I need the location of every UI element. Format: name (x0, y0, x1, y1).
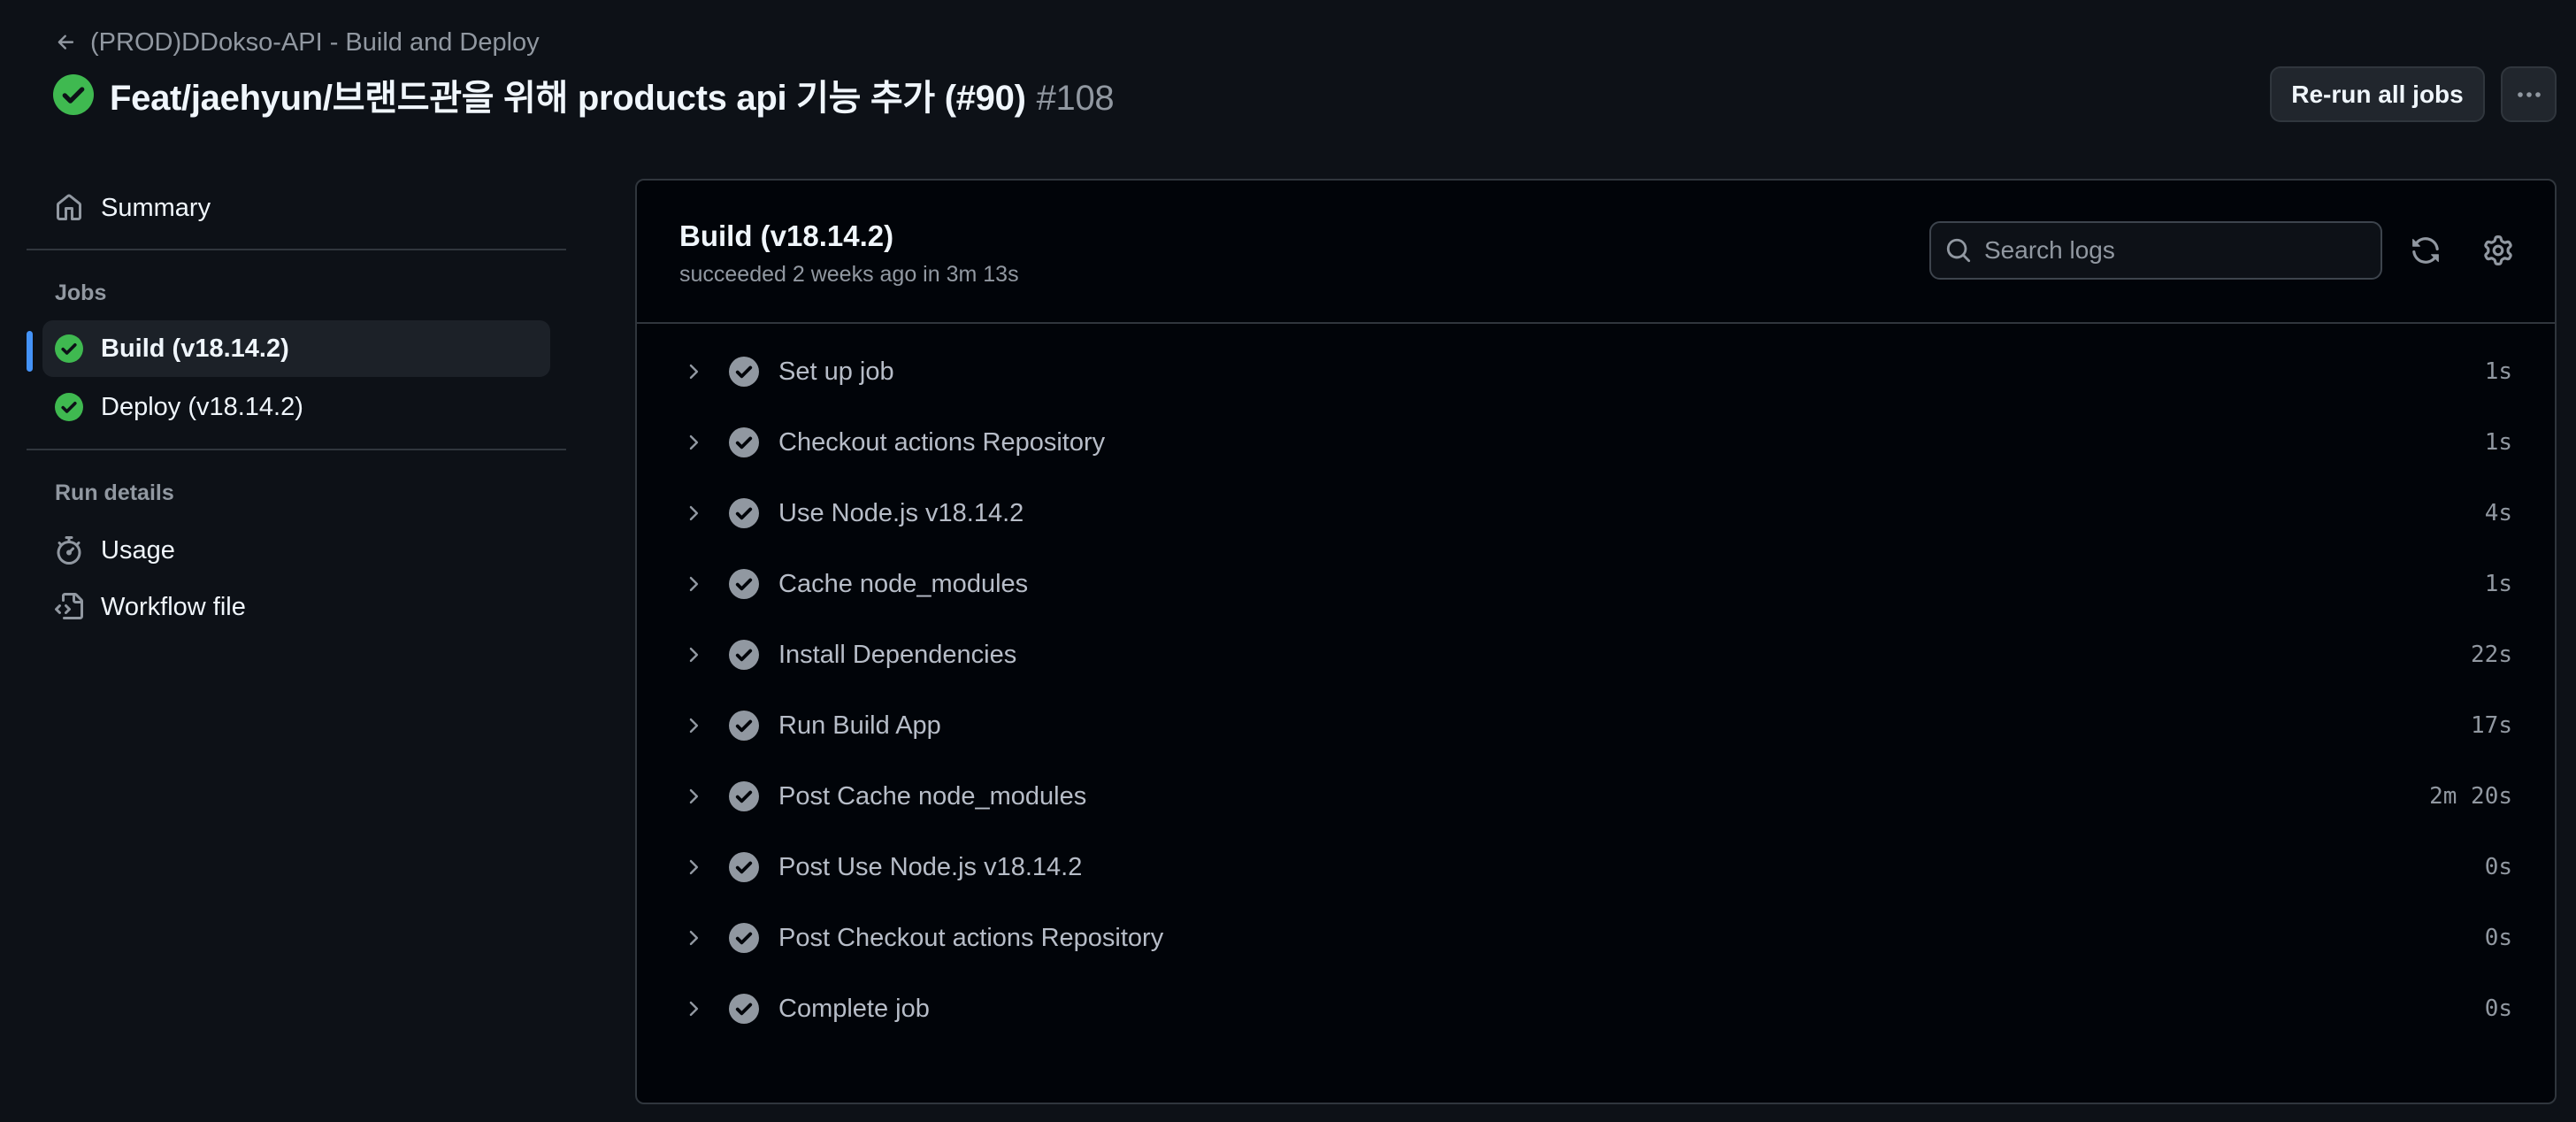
kebab-horizontal-icon (2517, 91, 2541, 97)
sidebar-item-build-job[interactable]: Build (v18.14.2) (42, 320, 550, 377)
usage-label: Usage (101, 535, 175, 565)
step-row[interactable]: Install Dependencies 22s (637, 619, 2555, 690)
check-circle-fill-icon (55, 393, 83, 421)
job-status-text: succeeded 2 weeks ago in 3m 13s (679, 262, 1019, 287)
run-title: Feat/jaehyun/브랜드관을 위해 products api 기능 추가… (110, 79, 1026, 118)
check-circle-fill-icon (729, 923, 759, 953)
step-duration: 0s (2484, 854, 2512, 880)
step-duration: 1s (2484, 358, 2512, 385)
run-details-heading: Run details (55, 480, 174, 505)
back-to-workflow-link[interactable]: (PROD)DDokso-API - Build and Deploy (55, 27, 540, 58)
active-job-indicator (27, 331, 33, 372)
check-circle-fill-icon (729, 498, 759, 528)
step-row[interactable]: Post Cache node_modules 2m 20s (637, 761, 2555, 832)
chevron-right-icon (689, 434, 699, 450)
job-header: Build (v18.14.2) succeeded 2 weeks ago i… (637, 181, 2555, 324)
sync-icon (2412, 237, 2439, 264)
step-name: Cache node_modules (778, 569, 1029, 598)
sidebar-divider (27, 449, 566, 450)
check-circle-fill-icon (729, 711, 759, 741)
sidebar-item-summary[interactable]: Summary (42, 180, 550, 236)
step-duration: 4s (2484, 500, 2512, 526)
back-link-label: (PROD)DDokso-API - Build and Deploy (90, 27, 540, 57)
step-duration: 0s (2484, 995, 2512, 1022)
step-row[interactable]: Set up job 1s (637, 336, 2555, 407)
step-row[interactable]: Use Node.js v18.14.2 4s (637, 478, 2555, 549)
check-circle-fill-icon (729, 852, 759, 882)
check-circle-fill-icon (729, 994, 759, 1024)
step-row[interactable]: Cache node_modules 1s (637, 549, 2555, 619)
sidebar-item-usage[interactable]: Usage (42, 522, 550, 579)
chevron-right-icon (689, 1001, 699, 1017)
check-circle-fill-icon (729, 640, 759, 670)
arrow-left-icon (58, 35, 74, 50)
file-code-icon (55, 593, 83, 619)
step-duration: 2m 20s (2429, 783, 2512, 810)
step-name: Post Checkout actions Repository (778, 923, 1164, 952)
workflow-file-label: Workflow file (101, 592, 246, 621)
chevron-right-icon (689, 859, 699, 875)
chevron-right-icon (689, 788, 699, 804)
check-circle-fill-icon (53, 74, 94, 115)
check-circle-fill-icon (729, 781, 759, 811)
search-icon (1946, 238, 1971, 263)
chevron-right-icon (689, 647, 699, 663)
step-row[interactable]: Run Build App 17s (637, 690, 2555, 761)
step-row[interactable]: Post Checkout actions Repository 0s (637, 903, 2555, 973)
step-name: Post Cache node_modules (778, 781, 1087, 811)
step-row[interactable]: Checkout actions Repository 1s (637, 407, 2555, 478)
page-title: Feat/jaehyun/브랜드관을 위해 products api 기능 추가… (110, 69, 1115, 120)
job-title: Build (v18.14.2) (679, 219, 894, 252)
step-name: Use Node.js v18.14.2 (778, 498, 1024, 527)
step-duration: 1s (2484, 571, 2512, 597)
log-settings-button[interactable] (2477, 229, 2519, 272)
check-circle-fill-icon (55, 334, 83, 363)
chevron-right-icon (689, 930, 699, 946)
gear-icon (2484, 235, 2512, 265)
refresh-logs-button[interactable] (2404, 229, 2447, 272)
more-options-button[interactable] (2501, 66, 2557, 122)
job-label: Deploy (v18.14.2) (101, 392, 303, 421)
rerun-all-jobs-button[interactable]: Re-run all jobs (2270, 66, 2485, 122)
search-logs-field[interactable] (1929, 221, 2382, 280)
step-name: Post Use Node.js v18.14.2 (778, 852, 1083, 881)
job-label: Build (v18.14.2) (101, 334, 289, 363)
run-header: (PROD)DDokso-API - Build and Deploy Feat… (0, 0, 2576, 177)
sidebar-divider (27, 249, 566, 250)
step-row[interactable]: Post Use Node.js v18.14.2 0s (637, 832, 2555, 903)
jobs-heading: Jobs (55, 280, 107, 305)
chevron-right-icon (689, 505, 699, 521)
step-name: Set up job (778, 357, 894, 386)
chevron-right-icon (689, 364, 699, 380)
step-duration: 0s (2484, 925, 2512, 951)
stopwatch-icon (57, 536, 81, 565)
sidebar-item-workflow-file[interactable]: Workflow file (42, 579, 550, 635)
run-title-row: Feat/jaehyun/브랜드관을 위해 products api 기능 추가… (53, 73, 1115, 118)
step-name: Checkout actions Repository (778, 427, 1106, 457)
check-circle-fill-icon (729, 427, 759, 457)
step-duration: 22s (2471, 642, 2512, 668)
sidebar-item-deploy-job[interactable]: Deploy (v18.14.2) (42, 379, 550, 435)
summary-label: Summary (101, 193, 211, 222)
search-logs-input[interactable] (1984, 236, 2356, 265)
check-circle-fill-icon (729, 357, 759, 387)
step-duration: 1s (2484, 429, 2512, 456)
step-name: Run Build App (778, 711, 941, 740)
run-number: #108 (1036, 79, 1115, 118)
step-name: Complete job (778, 994, 930, 1023)
step-duration: 17s (2471, 712, 2512, 739)
home-icon (57, 194, 81, 220)
step-name: Install Dependencies (778, 640, 1017, 669)
job-log-panel: Build (v18.14.2) succeeded 2 weeks ago i… (635, 179, 2557, 1104)
chevron-right-icon (689, 718, 699, 734)
chevron-right-icon (689, 576, 699, 592)
step-row[interactable]: Complete job 0s (637, 973, 2555, 1044)
check-circle-fill-icon (729, 569, 759, 599)
